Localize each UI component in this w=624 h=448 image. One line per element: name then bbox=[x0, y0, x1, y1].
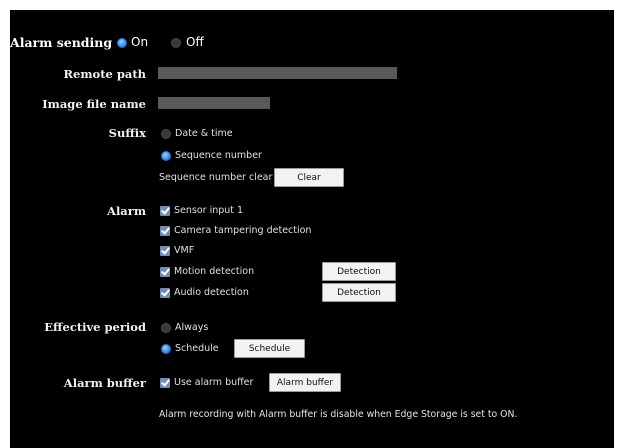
audio-detection-label[interactable]: Audio detection bbox=[174, 287, 249, 298]
motion-detection-button[interactable]: Detection bbox=[322, 262, 396, 281]
motion-detection-checkbox[interactable] bbox=[160, 267, 170, 277]
suffix-date-time-radio[interactable] bbox=[161, 129, 171, 139]
alarm-label: Alarm bbox=[107, 204, 146, 218]
effective-period-always-radio[interactable] bbox=[161, 323, 171, 333]
camera-tampering-label[interactable]: Camera tampering detection bbox=[174, 225, 311, 236]
remote-path-input[interactable] bbox=[158, 67, 397, 79]
camera-tampering-checkbox[interactable] bbox=[160, 226, 170, 236]
alarm-sending-on-radio[interactable] bbox=[117, 38, 127, 48]
use-alarm-buffer-label[interactable]: Use alarm buffer bbox=[174, 377, 253, 388]
motion-detection-label[interactable]: Motion detection bbox=[174, 266, 254, 277]
suffix-label: Suffix bbox=[108, 126, 146, 140]
effective-period-always-label[interactable]: Always bbox=[175, 322, 208, 333]
sequence-number-clear-label: Sequence number clear bbox=[159, 172, 273, 183]
alarm-sending-on-label[interactable]: On bbox=[131, 35, 148, 49]
alarm-sending-off-label[interactable]: Off bbox=[186, 35, 204, 49]
image-file-name-input[interactable] bbox=[158, 97, 270, 109]
alarm-sending-off-radio[interactable] bbox=[171, 38, 181, 48]
sensor-input-1-label[interactable]: Sensor input 1 bbox=[174, 205, 243, 216]
image-file-name-label: Image file name bbox=[42, 97, 146, 111]
alarm-settings-panel: Alarm sending On Off Remote path Image f… bbox=[10, 10, 614, 448]
use-alarm-buffer-checkbox[interactable] bbox=[160, 378, 170, 388]
alarm-buffer-note: Alarm recording with Alarm buffer is dis… bbox=[159, 409, 518, 420]
audio-detection-checkbox[interactable] bbox=[160, 288, 170, 298]
vmf-checkbox[interactable] bbox=[160, 246, 170, 256]
alarm-sending-label: Alarm sending bbox=[10, 35, 113, 50]
alarm-buffer-label: Alarm buffer bbox=[63, 376, 146, 390]
effective-period-label: Effective period bbox=[44, 320, 146, 334]
sensor-input-1-checkbox[interactable] bbox=[160, 206, 170, 216]
suffix-date-time-label[interactable]: Date & time bbox=[175, 128, 233, 139]
vmf-label[interactable]: VMF bbox=[174, 245, 194, 256]
audio-detection-button[interactable]: Detection bbox=[322, 283, 396, 302]
suffix-sequence-number-label[interactable]: Sequence number bbox=[175, 150, 262, 161]
suffix-sequence-number-radio[interactable] bbox=[161, 151, 171, 161]
schedule-button[interactable]: Schedule bbox=[234, 339, 305, 358]
clear-button[interactable]: Clear bbox=[274, 168, 344, 187]
effective-period-schedule-label[interactable]: Schedule bbox=[175, 343, 219, 354]
remote-path-label: Remote path bbox=[63, 67, 146, 81]
effective-period-schedule-radio[interactable] bbox=[161, 344, 171, 354]
alarm-buffer-button[interactable]: Alarm buffer bbox=[269, 373, 341, 392]
